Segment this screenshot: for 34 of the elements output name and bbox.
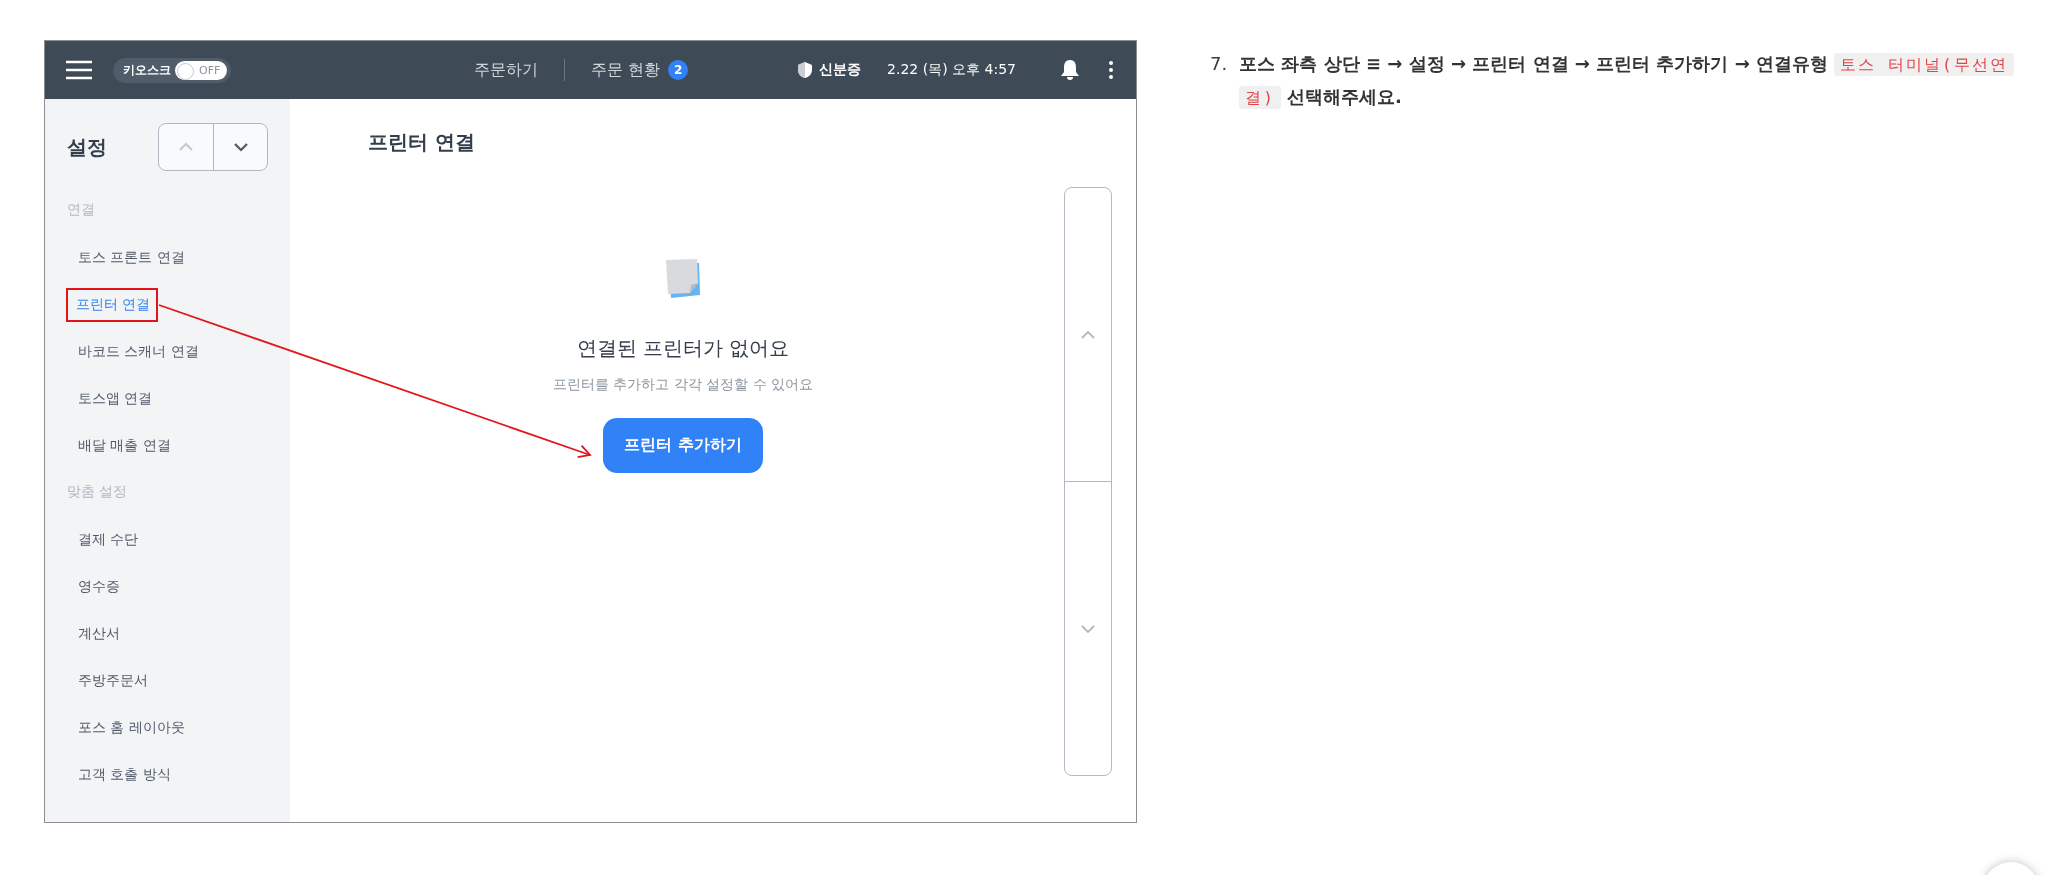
shield-icon bbox=[797, 61, 814, 79]
sidebar-item[interactable]: 배달 매출 연결 bbox=[61, 428, 183, 463]
nav-link[interactable]: 주문 현황 bbox=[591, 59, 661, 81]
sidebar-item[interactable]: 영수증 bbox=[61, 569, 132, 604]
more-icon[interactable] bbox=[1108, 60, 1114, 80]
sidebar-item[interactable]: 포스 홈 레이아웃 bbox=[61, 710, 197, 745]
sidebar-item[interactable]: 결제 수단 bbox=[61, 522, 151, 557]
chevron-up-icon[interactable] bbox=[1080, 329, 1096, 340]
empty-description: 프린터를 추가하고 각각 설정할 수 있어요 bbox=[552, 376, 814, 394]
page-title: 프린터 연결 bbox=[368, 129, 476, 156]
section-label: 맞춤 설정 bbox=[66, 482, 129, 501]
nav-link[interactable]: 주문하기 bbox=[474, 59, 538, 81]
sidebar-title: 설정 bbox=[67, 133, 107, 161]
sidebar-item[interactable]: 토스앱 연결 bbox=[61, 381, 165, 416]
chevron-down-icon[interactable] bbox=[1080, 623, 1096, 634]
count-badge: 2 bbox=[668, 60, 689, 80]
step-number: 7. bbox=[1210, 52, 1228, 76]
kiosk-label: 키오스크 bbox=[123, 61, 171, 79]
empty-title: 연결된 프린터가 없어요 bbox=[576, 335, 790, 362]
sidebar-item[interactable]: 계산서 bbox=[61, 616, 132, 651]
datetime: 2.22 (목) 오후 4:57 bbox=[887, 61, 1016, 79]
chevron-down-icon bbox=[232, 142, 249, 152]
section-label: 연결 bbox=[66, 200, 96, 219]
add-printer-button[interactable]: 프린터 추가하기 bbox=[603, 418, 763, 473]
menu-icon[interactable] bbox=[65, 60, 93, 80]
bell-icon[interactable] bbox=[1060, 59, 1080, 81]
chevron-up-icon bbox=[178, 142, 194, 152]
sidebar-item[interactable]: 고객 호출 방식 bbox=[61, 757, 183, 792]
sidebar-item[interactable]: 바코드 스캐너 연결 bbox=[61, 334, 211, 369]
paper-icon bbox=[663, 257, 703, 301]
sidebar-item[interactable]: 프린터 연결 bbox=[66, 287, 159, 322]
sidebar-item[interactable]: 토스 프론트 연결 bbox=[61, 240, 197, 275]
id-label[interactable]: 신분증 bbox=[819, 61, 862, 79]
sidebar-item[interactable]: 주방주문서 bbox=[61, 663, 160, 698]
